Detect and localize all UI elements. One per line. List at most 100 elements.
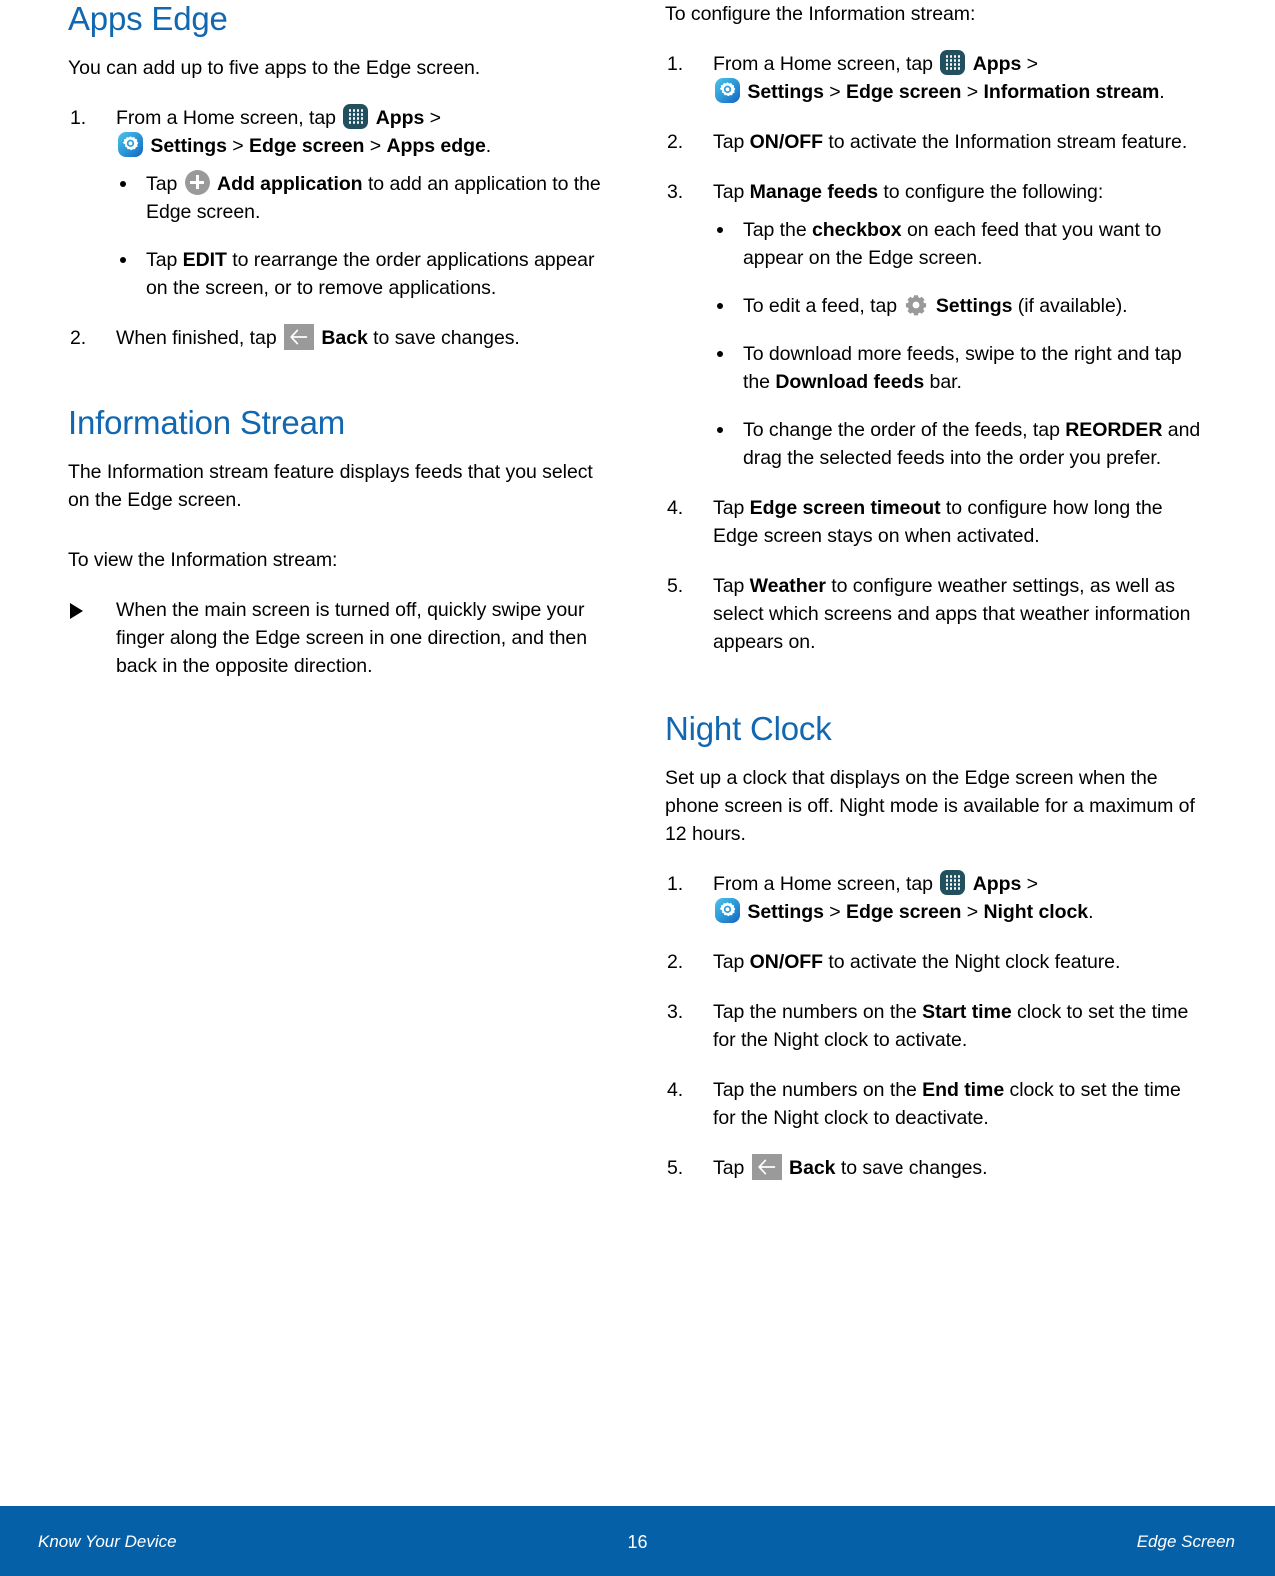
step-text-1: From a Home screen, tap (713, 53, 933, 75)
bullet-dot-icon (717, 351, 723, 357)
edge-screen-label: Edge screen (249, 134, 365, 157)
triangle-bullet-text: When the main screen is turned off, quic… (116, 598, 588, 677)
apps-icon (940, 50, 966, 75)
manage-feeds-label: Manage feeds (749, 181, 879, 203)
edge-screen-timeout-label: Edge screen timeout (749, 497, 941, 519)
footer-page-number: 16 (627, 1532, 648, 1552)
step-text-1: Tap (713, 181, 745, 203)
page-title-information-stream: Information Stream (68, 403, 346, 441)
footer-section-label: Edge Screen (1136, 1532, 1235, 1551)
bullet-text-1: To edit a feed, tap (743, 295, 898, 317)
step-item: 1. From a Home screen, tap Apps > Settin… (665, 50, 1207, 106)
add-application-label: Add application (217, 172, 363, 195)
gt-separator: > (1026, 872, 1038, 895)
step-text-1: Tap (713, 575, 745, 597)
settings-label: Settings (935, 295, 1013, 317)
bullet-text-1: Tap (146, 172, 178, 195)
step-number: 1. (667, 53, 684, 75)
step-number: 2. (667, 950, 684, 973)
bullet-dot-icon (717, 227, 723, 233)
list-item: Tap the checkbox on each feed that you w… (713, 216, 1207, 272)
reorder-label: REORDER (1065, 419, 1163, 441)
apps-icon (343, 103, 369, 129)
settings-gear-icon (715, 78, 740, 103)
gt-separator: > (429, 106, 441, 129)
list-item: Tap EDIT to rearrange the order applicat… (116, 246, 610, 302)
step-item: 2. Tap ON/OFF to activate the Night cloc… (665, 948, 1207, 976)
step-number: 3. (667, 1000, 684, 1023)
step-text-2: to save changes. (840, 1156, 988, 1179)
edge-screen-label: Edge screen (846, 900, 962, 923)
gt-separator: > (369, 134, 382, 157)
settings-gear-icon (715, 897, 740, 923)
manage-feeds-sub-bullets: Tap the checkbox on each feed that you w… (713, 216, 1207, 472)
information-stream-steps: 1. From a Home screen, tap Apps > Settin… (665, 50, 1207, 656)
two-column-layout: Apps Edge You can add up to five apps to… (68, 0, 1208, 1204)
bullet-dot-icon (717, 303, 723, 309)
gt-separator: > (966, 900, 979, 923)
left-column: Apps Edge You can add up to five apps to… (68, 0, 610, 1204)
gt-separator: > (1026, 53, 1038, 75)
step-text-1: Tap the numbers on the (713, 1000, 917, 1023)
bullet-text-2: to add an application to the Edge screen… (146, 172, 601, 223)
step-number: 5. (667, 1156, 684, 1179)
step-item: 3. Tap Manage feeds to configure the fol… (665, 178, 1207, 472)
step-item: 5. Tap Back to save changes. (665, 1153, 1207, 1182)
right-column: To configure the Information stream: 1. … (665, 0, 1207, 1204)
information-stream-view-lead: To view the Information stream: (68, 548, 338, 571)
step-item: 2. When finished, tap Back to save chang… (68, 323, 610, 352)
apps-label: Apps (972, 53, 1022, 75)
on-off-label: ON/OFF (749, 950, 824, 973)
step-text-2: to activate the Information stream featu… (828, 131, 1188, 153)
step-number: 1. (70, 106, 87, 129)
start-time-label: Start time (922, 1000, 1012, 1023)
configure-information-stream-lead: To configure the Information stream: (665, 3, 976, 25)
list-item: To change the order of the feeds, tap RE… (713, 416, 1207, 472)
step-text-1: When finished, tap (116, 326, 277, 349)
download-feeds-label: Download feeds (775, 371, 925, 393)
step-item: 4. Tap the numbers on the End time clock… (665, 1076, 1207, 1132)
apps-edge-label: Apps edge (386, 134, 486, 157)
step-text-1: Tap (713, 497, 745, 519)
bullet-dot-icon (120, 180, 126, 187)
apps-edge-steps: 1. From a Home screen, tap Apps > Settin… (68, 103, 610, 352)
apps-label: Apps (972, 872, 1022, 895)
step-number: 2. (70, 326, 87, 349)
bullet-dot-icon (120, 256, 126, 263)
night-clock-intro: Set up a clock that displays on the Edge… (665, 766, 1195, 845)
list-item: To edit a feed, tap Settings (if availab… (713, 292, 1207, 320)
step-item: 1. From a Home screen, tap Apps > Settin… (665, 869, 1207, 926)
step-number: 1. (667, 872, 684, 895)
bullet-text-2: (if available). (1017, 295, 1128, 317)
apps-icon (940, 869, 966, 895)
step-number: 2. (667, 131, 684, 153)
list-item: To download more feeds, swipe to the rig… (713, 340, 1207, 396)
on-off-label: ON/OFF (749, 131, 824, 153)
night-clock-label: Night clock (983, 900, 1089, 923)
step-text-2: to configure the following: (883, 181, 1104, 203)
period: . (485, 134, 492, 157)
step-item: 4. Tap Edge screen timeout to configure … (665, 494, 1207, 550)
back-label: Back (789, 1156, 836, 1179)
list-item: Tap Add application to add an applicatio… (116, 169, 610, 226)
triangle-bullet-icon (70, 602, 83, 619)
period: . (1088, 900, 1094, 923)
step-text-2: to activate the Night clock feature. (828, 950, 1121, 973)
settings-label: Settings (747, 900, 824, 923)
bullet-dot-icon (717, 427, 723, 433)
step-item: 3. Tap the numbers on the Start time clo… (665, 998, 1207, 1054)
step-text-1: From a Home screen, tap (116, 106, 336, 129)
period: . (1159, 81, 1165, 103)
checkbox-label: checkbox (812, 219, 902, 241)
page-footer: Know Your Device 16 Edge Screen (0, 1506, 1275, 1576)
document-page: Apps Edge You can add up to five apps to… (0, 0, 1275, 1576)
step-number: 3. (667, 181, 684, 203)
step-text-1: Tap (713, 1156, 745, 1179)
step-number: 4. (667, 497, 684, 519)
apps-edge-intro: You can add up to five apps to the Edge … (68, 56, 481, 79)
back-label: Back (321, 326, 368, 349)
gt-separator: > (966, 81, 979, 103)
weather-label: Weather (749, 575, 826, 597)
step-item: 5. Tap Weather to configure weather sett… (665, 572, 1207, 656)
settings-gear-icon (118, 131, 143, 157)
